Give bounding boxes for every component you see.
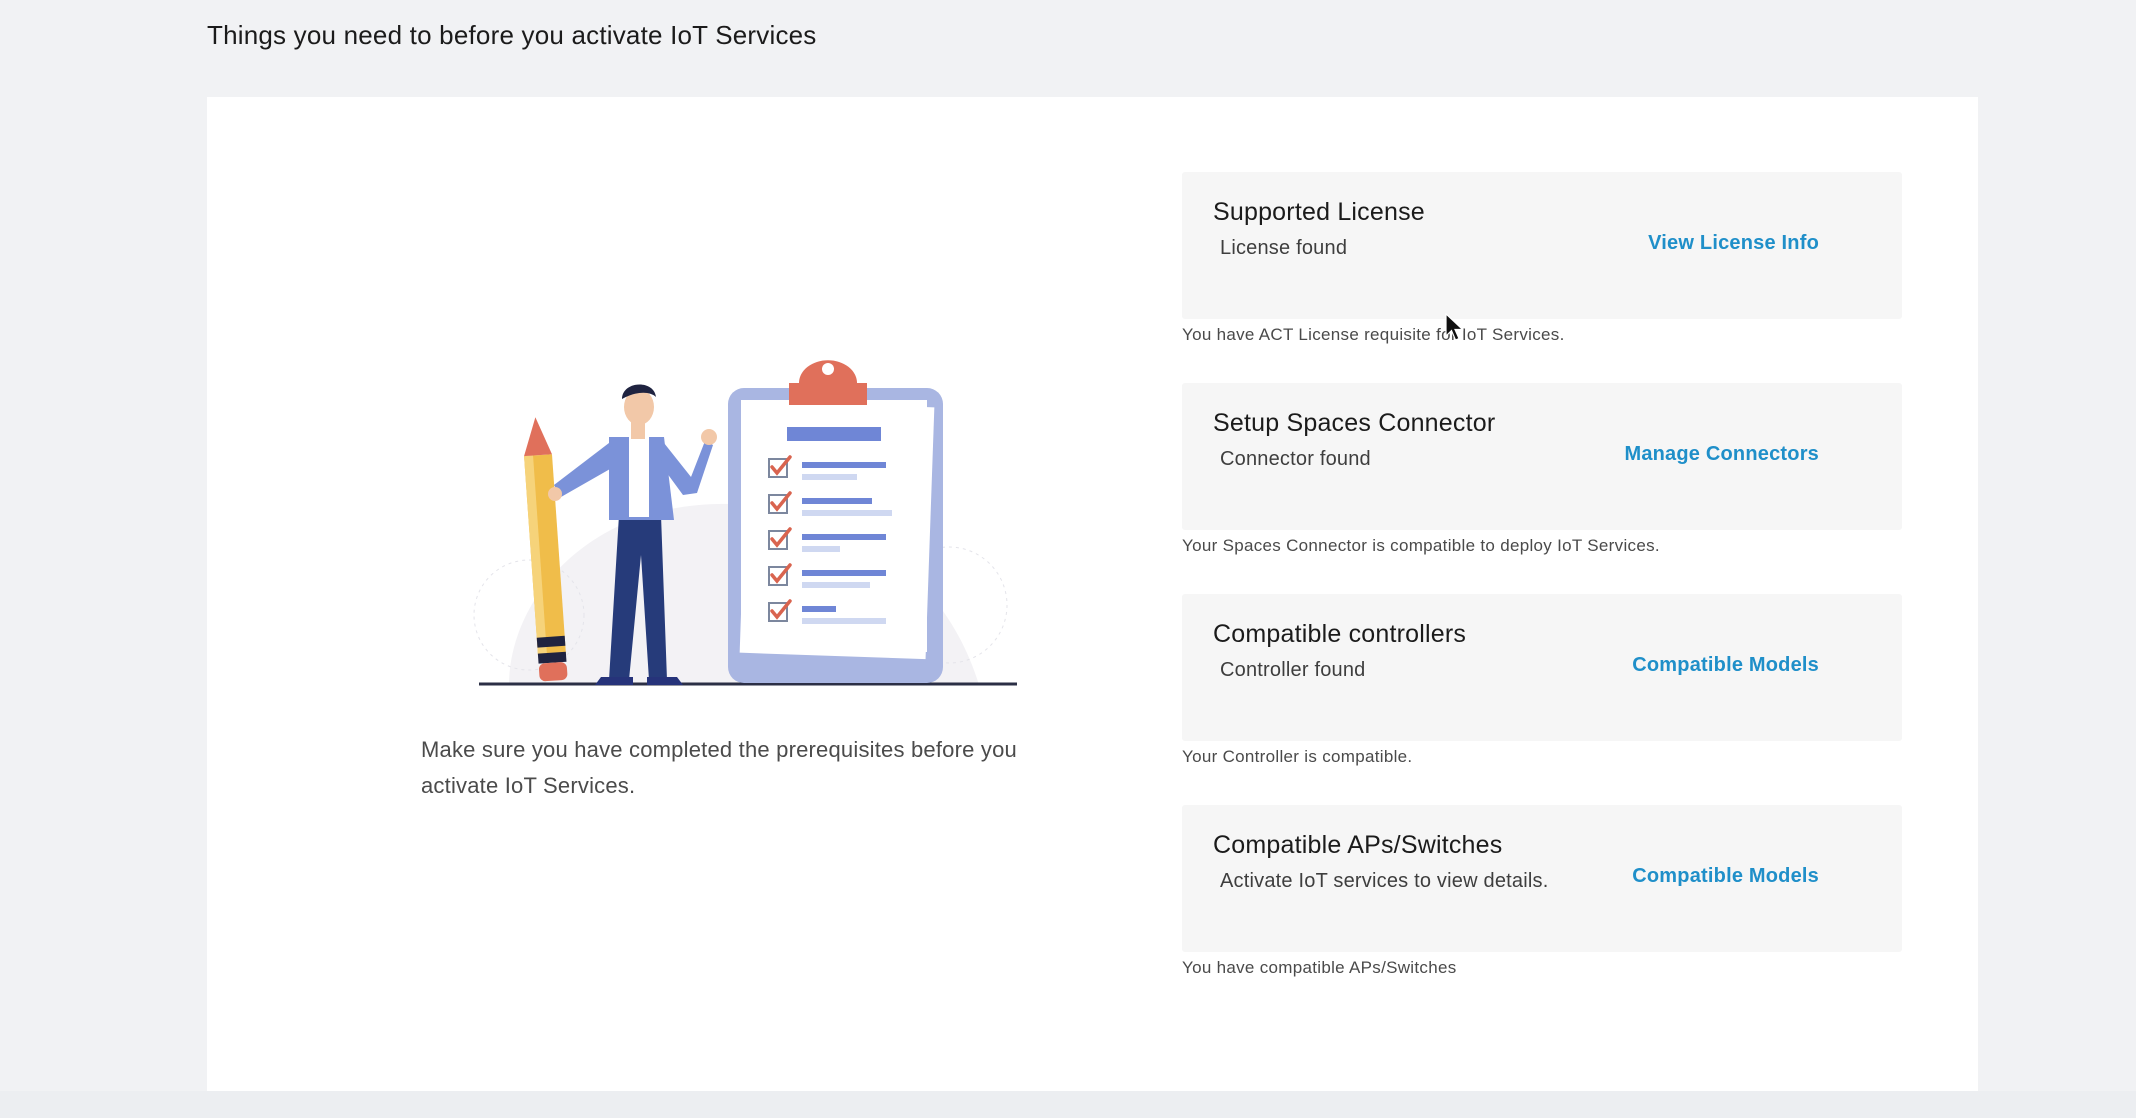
prerequisite-list: Supported License License found View Lic… [1182, 172, 1902, 1016]
checklist-illustration [473, 360, 1017, 686]
card-title: Compatible controllers [1213, 620, 1467, 648]
card-note: You have ACT License requisite for IoT S… [1182, 325, 1565, 344]
card-note: Your Spaces Connector is compatible to d… [1182, 536, 1660, 555]
prerequisite-card: Compatible APs/Switches Activate IoT ser… [1182, 805, 1902, 952]
card-title: Compatible APs/Switches [1213, 831, 1503, 859]
prerequisite-card: Setup Spaces Connector Connector found M… [1182, 383, 1902, 530]
prerequisite-card: Supported License License found View Lic… [1182, 172, 1902, 319]
card-note: You have compatible APs/Switches [1182, 958, 1457, 977]
page-footer-strip [0, 1091, 2136, 1118]
prerequisite-card: Compatible controllers Controller found … [1182, 594, 1902, 741]
intro-text: Make sure you have completed the prerequ… [421, 737, 1017, 798]
card-status: Controller found [1220, 659, 1366, 681]
card-title: Setup Spaces Connector [1213, 409, 1496, 437]
card-status: Connector found [1220, 448, 1371, 470]
card-status: License found [1220, 237, 1348, 259]
manage-connectors-link[interactable]: Manage Connectors [1624, 443, 1819, 466]
prerequisite-supported-license: Supported License License found View Lic… [1182, 172, 1902, 383]
compatible-models-link[interactable]: Compatible Models [1632, 654, 1819, 677]
compatible-models-link[interactable]: Compatible Models [1632, 865, 1819, 888]
mouse-cursor-icon [1445, 313, 1465, 341]
page-title: Things you need to before you activate I… [207, 20, 817, 50]
card-note: Your Controller is compatible. [1182, 747, 1413, 766]
card-title: Supported License [1213, 198, 1425, 226]
prerequisite-aps-switches: Compatible APs/Switches Activate IoT ser… [1182, 805, 1902, 1016]
prerequisites-panel: Make sure you have completed the prerequ… [207, 97, 1978, 1091]
card-status: Activate IoT services to view details. [1220, 870, 1549, 892]
prerequisite-controllers: Compatible controllers Controller found … [1182, 594, 1902, 805]
prerequisite-spaces-connector: Setup Spaces Connector Connector found M… [1182, 383, 1902, 594]
view-license-info-link[interactable]: View License Info [1648, 232, 1819, 255]
